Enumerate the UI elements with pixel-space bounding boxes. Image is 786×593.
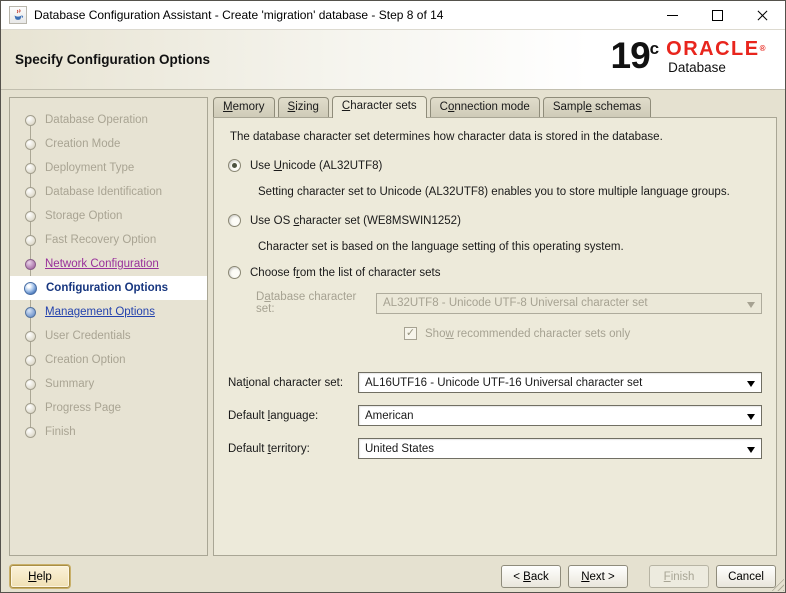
radio-row-choose-list[interactable]: Choose from the list of character sets bbox=[228, 266, 762, 279]
tab-connection-mode[interactable]: Connection mode bbox=[430, 97, 540, 117]
show-recommended-checkbox: ✓ bbox=[404, 327, 417, 340]
default-language-label: Default language: bbox=[228, 410, 358, 422]
step-bullet-icon bbox=[25, 187, 36, 198]
step-bullet-icon bbox=[25, 163, 36, 174]
step-bullet-icon bbox=[25, 259, 36, 270]
titlebar[interactable]: Database Configuration Assistant - Creat… bbox=[1, 1, 785, 30]
radio-row-os-charset[interactable]: Use OS character set (WE8MSWIN1252) bbox=[228, 214, 762, 227]
use-os-charset-radio[interactable] bbox=[228, 214, 241, 227]
choose-from-list-label[interactable]: Choose from the list of character sets bbox=[250, 267, 441, 279]
os-charset-description: Character set is based on the language s… bbox=[258, 241, 762, 253]
step-management-options[interactable]: Management Options bbox=[10, 300, 207, 324]
radio-row-use-unicode[interactable]: Use Unicode (AL32UTF8) bbox=[228, 159, 762, 172]
tab-memory[interactable]: Memory bbox=[213, 97, 275, 117]
default-language-value: American bbox=[365, 410, 414, 422]
national-charset-value: AL16UTF16 - Unicode UTF-16 Universal cha… bbox=[365, 377, 642, 389]
oracle-wordmark: ORACLE® bbox=[666, 39, 767, 59]
step-user-credentials: User Credentials bbox=[10, 324, 207, 348]
window-controls bbox=[650, 1, 785, 29]
step-bullet-icon bbox=[25, 403, 36, 414]
window-title: Database Configuration Assistant - Creat… bbox=[34, 8, 443, 22]
tab-sample-schemas[interactable]: Sample schemas bbox=[543, 97, 651, 117]
tab-sizing[interactable]: Sizing bbox=[278, 97, 329, 117]
step-bullet-icon bbox=[25, 139, 36, 150]
config-tabs: Memory Sizing Character sets Connection … bbox=[213, 96, 651, 117]
step-bullet-icon bbox=[25, 379, 36, 390]
step-summary: Summary bbox=[10, 372, 207, 396]
finish-button: Finish bbox=[649, 565, 709, 588]
step-storage-option: Storage Option bbox=[10, 204, 207, 228]
choose-list-subsection: Database character set: AL32UTF8 - Unico… bbox=[256, 291, 762, 340]
oracle-19c-logo: 19c ORACLE® Database bbox=[609, 34, 773, 85]
step-progress-page: Progress Page bbox=[10, 396, 207, 420]
step-finish: Finish bbox=[10, 420, 207, 444]
tab-character-sets[interactable]: Character sets bbox=[332, 96, 427, 118]
database-charset-row: Database character set: AL32UTF8 - Unico… bbox=[256, 291, 762, 315]
cancel-button[interactable]: Cancel bbox=[716, 565, 776, 588]
step-network-configuration[interactable]: Network Configuration bbox=[10, 252, 207, 276]
page-title: Specify Configuration Options bbox=[15, 52, 210, 67]
national-charset-dropdown[interactable]: AL16UTF16 - Unicode UTF-16 Universal cha… bbox=[358, 372, 762, 393]
steps-list: Database Operation Creation Mode Deploym… bbox=[10, 98, 207, 444]
nav-buttons: < Back Next > Finish Cancel bbox=[501, 565, 776, 588]
show-recommended-label: Show recommended character sets only bbox=[425, 328, 630, 340]
close-icon[interactable] bbox=[740, 1, 785, 29]
step-bullet-icon bbox=[25, 307, 36, 318]
wizard-header: Specify Configuration Options 19c ORACLE… bbox=[1, 30, 785, 90]
use-unicode-radio[interactable] bbox=[228, 159, 241, 172]
step-configuration-options: Configuration Options bbox=[10, 276, 207, 300]
maximize-icon[interactable] bbox=[695, 1, 740, 29]
next-button[interactable]: Next > bbox=[568, 565, 628, 588]
use-unicode-description: Setting character set to Unicode (AL32UT… bbox=[258, 186, 762, 198]
java-app-icon bbox=[9, 6, 27, 24]
default-language-row: Default language: American bbox=[228, 405, 762, 426]
show-recommended-row: ✓ Show recommended character sets only bbox=[404, 327, 762, 340]
character-sets-panel: The database character set determines ho… bbox=[213, 117, 777, 556]
wizard-body: Database Operation Creation Mode Deploym… bbox=[1, 91, 785, 561]
step-creation-mode: Creation Mode bbox=[10, 132, 207, 156]
use-os-charset-label[interactable]: Use OS character set (WE8MSWIN1252) bbox=[250, 215, 461, 227]
national-charset-row: National character set: AL16UTF16 - Unic… bbox=[228, 372, 762, 393]
step-bullet-icon bbox=[24, 282, 37, 295]
back-button[interactable]: < Back bbox=[501, 565, 561, 588]
charset-intro-text: The database character set determines ho… bbox=[230, 131, 762, 143]
step-bullet-icon bbox=[25, 235, 36, 246]
step-database-identification: Database Identification bbox=[10, 180, 207, 204]
database-charset-dropdown: AL32UTF8 - Unicode UTF-8 Universal chara… bbox=[376, 293, 762, 314]
default-territory-row: Default territory: United States bbox=[228, 438, 762, 459]
default-language-dropdown[interactable]: American bbox=[358, 405, 762, 426]
registered-mark: ® bbox=[760, 44, 767, 53]
dbca-window: Database Configuration Assistant - Creat… bbox=[0, 0, 786, 593]
logo-version: 19c bbox=[611, 36, 660, 83]
default-territory-value: United States bbox=[365, 443, 434, 455]
step-bullet-icon bbox=[25, 115, 36, 126]
default-territory-dropdown[interactable]: United States bbox=[358, 438, 762, 459]
wizard-button-bar: Help < Back Next > Finish Cancel bbox=[1, 561, 785, 592]
database-charset-value: AL32UTF8 - Unicode UTF-8 Universal chara… bbox=[383, 297, 648, 309]
database-charset-label: Database character set: bbox=[256, 291, 376, 315]
step-bullet-icon bbox=[25, 427, 36, 438]
step-bullet-icon bbox=[25, 331, 36, 342]
steps-sidebar: Database Operation Creation Mode Deploym… bbox=[9, 97, 208, 556]
step-creation-option: Creation Option bbox=[10, 348, 207, 372]
step-deployment-type: Deployment Type bbox=[10, 156, 207, 180]
choose-from-list-radio[interactable] bbox=[228, 266, 241, 279]
help-button[interactable]: Help bbox=[10, 565, 70, 588]
default-territory-label: Default territory: bbox=[228, 443, 358, 455]
step-bullet-icon bbox=[25, 355, 36, 366]
use-unicode-label[interactable]: Use Unicode (AL32UTF8) bbox=[250, 160, 382, 172]
logo-product: Database bbox=[666, 60, 767, 75]
step-bullet-icon bbox=[25, 211, 36, 222]
step-database-operation: Database Operation bbox=[10, 108, 207, 132]
national-charset-label: National character set: bbox=[228, 377, 358, 389]
minimize-icon[interactable] bbox=[650, 1, 695, 29]
step-fast-recovery-option: Fast Recovery Option bbox=[10, 228, 207, 252]
